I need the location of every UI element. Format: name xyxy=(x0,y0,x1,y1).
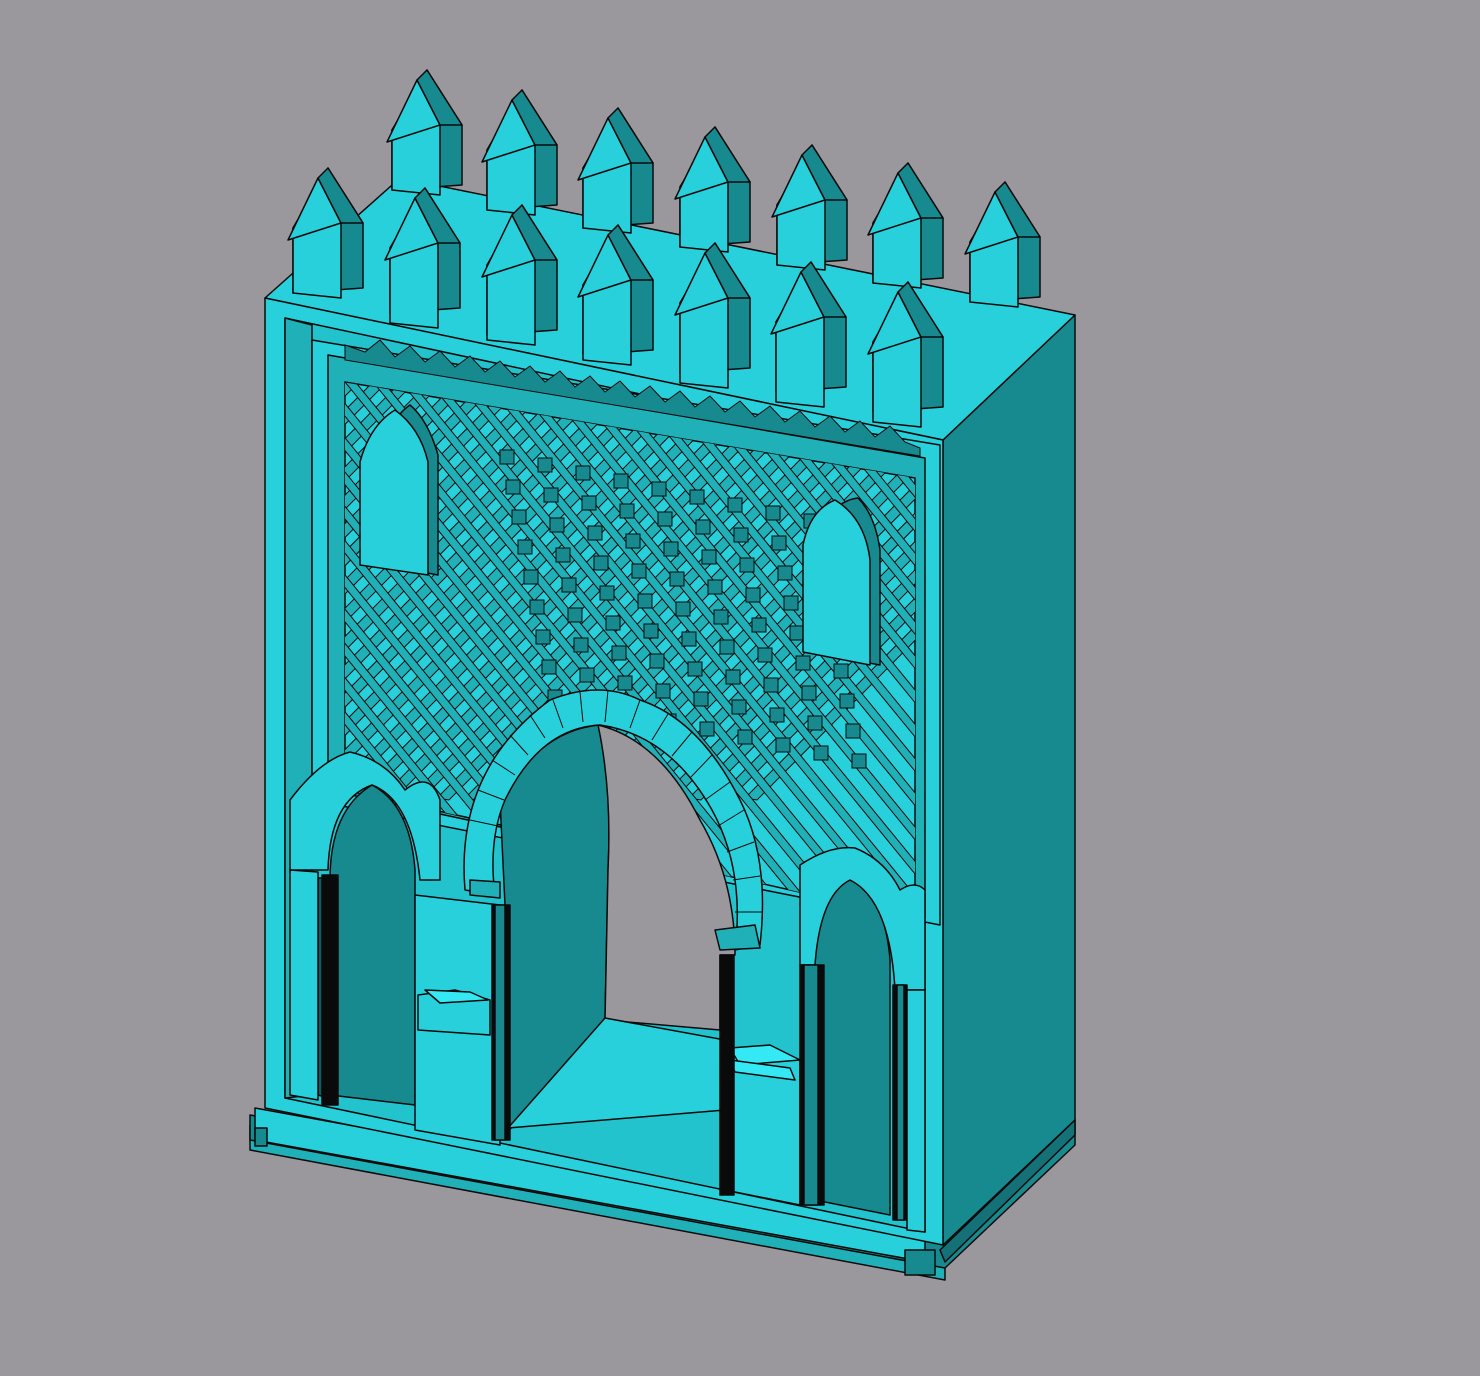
lattice-cell xyxy=(511,509,527,525)
lattice-band xyxy=(0,382,245,800)
lattice-band xyxy=(0,382,189,800)
lattice-cell xyxy=(777,565,793,581)
lattice-band xyxy=(0,382,161,800)
merlon xyxy=(867,162,944,289)
lattice-cell xyxy=(771,535,787,551)
lattice-cell xyxy=(669,571,685,587)
lattice-cell xyxy=(619,503,635,519)
lattice-cell xyxy=(649,653,665,669)
lattice-band xyxy=(1073,382,1480,920)
lattice-cell xyxy=(795,655,811,671)
lattice-cell xyxy=(731,699,747,715)
lattice-cell xyxy=(517,539,533,555)
lattice-cell xyxy=(701,549,717,565)
lattice-cell xyxy=(523,569,539,585)
lattice-cell xyxy=(719,639,735,655)
lattice-cell xyxy=(617,675,633,691)
merlon xyxy=(577,107,654,234)
merlon xyxy=(287,167,364,299)
lattice-cell xyxy=(541,659,557,675)
lattice-cell xyxy=(789,625,805,641)
lattice-band xyxy=(1157,382,1480,920)
lattice-cell xyxy=(687,661,703,677)
lattice-cell xyxy=(593,555,609,571)
side-wall xyxy=(939,314,1076,1263)
lattice-cell xyxy=(733,527,749,543)
lattice-cell xyxy=(505,479,521,495)
lattice-cell xyxy=(579,667,595,683)
lattice-band xyxy=(0,382,217,800)
lattice-cell xyxy=(695,519,711,535)
lattice-cell xyxy=(573,637,589,653)
lattice-band xyxy=(1045,382,1480,920)
lattice-cell xyxy=(637,593,653,609)
lattice-cell xyxy=(561,577,577,593)
lattice-cell xyxy=(543,487,559,503)
lattice-cell xyxy=(567,607,583,623)
lattice-cell xyxy=(713,609,729,625)
merlon xyxy=(674,126,751,253)
merlon xyxy=(964,181,1041,308)
lattice-cell xyxy=(605,615,621,631)
lattice-cell xyxy=(739,557,755,573)
lattice-cell xyxy=(763,677,779,693)
lattice-cell xyxy=(499,449,515,465)
lattice-cell xyxy=(537,457,553,473)
lattice-cell xyxy=(611,645,627,661)
cad-viewport[interactable] xyxy=(0,0,1480,1376)
lattice-band xyxy=(0,382,273,800)
lattice-cell xyxy=(839,693,855,709)
lattice-cell xyxy=(751,617,767,633)
lattice-cell xyxy=(587,525,603,541)
moorish-gate-model[interactable] xyxy=(0,0,1480,1376)
lattice-band xyxy=(1017,382,1467,920)
lattice-cell xyxy=(555,547,571,563)
lattice-band xyxy=(0,382,77,800)
lattice-band xyxy=(1129,382,1480,920)
lattice-cell xyxy=(737,729,753,745)
lattice-cell xyxy=(655,683,671,699)
merlon xyxy=(386,69,463,196)
lattice-cell xyxy=(613,473,629,489)
lattice-cell xyxy=(833,663,849,679)
lattice-cell xyxy=(801,685,817,701)
lattice-band xyxy=(0,382,133,800)
lattice-cell xyxy=(535,629,551,645)
lattice-cell xyxy=(575,465,591,481)
lattice-cell xyxy=(775,737,791,753)
lattice-cell xyxy=(745,587,761,603)
lattice-cell xyxy=(707,579,723,595)
lattice-cell xyxy=(783,595,799,611)
lattice-cell xyxy=(625,533,641,549)
lattice-cell xyxy=(699,721,715,737)
lattice-cell xyxy=(807,715,823,731)
lattice-cell xyxy=(581,495,597,511)
lattice-cell xyxy=(657,511,673,527)
lattice-cell xyxy=(851,753,867,769)
lattice-band xyxy=(0,382,301,800)
lattice-cell xyxy=(681,631,697,647)
lattice-cell xyxy=(693,691,709,707)
lattice-cell xyxy=(689,489,705,505)
lattice-cell xyxy=(757,647,773,663)
lattice-cell xyxy=(845,723,861,739)
lattice-cell xyxy=(769,707,785,723)
lattice-cell xyxy=(725,669,741,685)
lattice-band xyxy=(0,382,105,800)
window-right xyxy=(802,497,881,666)
lattice-cell xyxy=(651,481,667,497)
lattice-band xyxy=(1101,382,1480,920)
lattice-cell xyxy=(549,517,565,533)
lattice-cell xyxy=(643,623,659,639)
lattice-cell xyxy=(663,541,679,557)
lattice-cell xyxy=(675,601,691,617)
lattice-cell xyxy=(529,599,545,615)
lattice-cell xyxy=(631,563,647,579)
merlon xyxy=(771,144,848,271)
merlon xyxy=(481,89,558,216)
lattice-cell xyxy=(599,585,615,601)
lattice-cell xyxy=(813,745,829,761)
lattice-cell xyxy=(727,497,743,513)
lattice-cell xyxy=(765,505,781,521)
